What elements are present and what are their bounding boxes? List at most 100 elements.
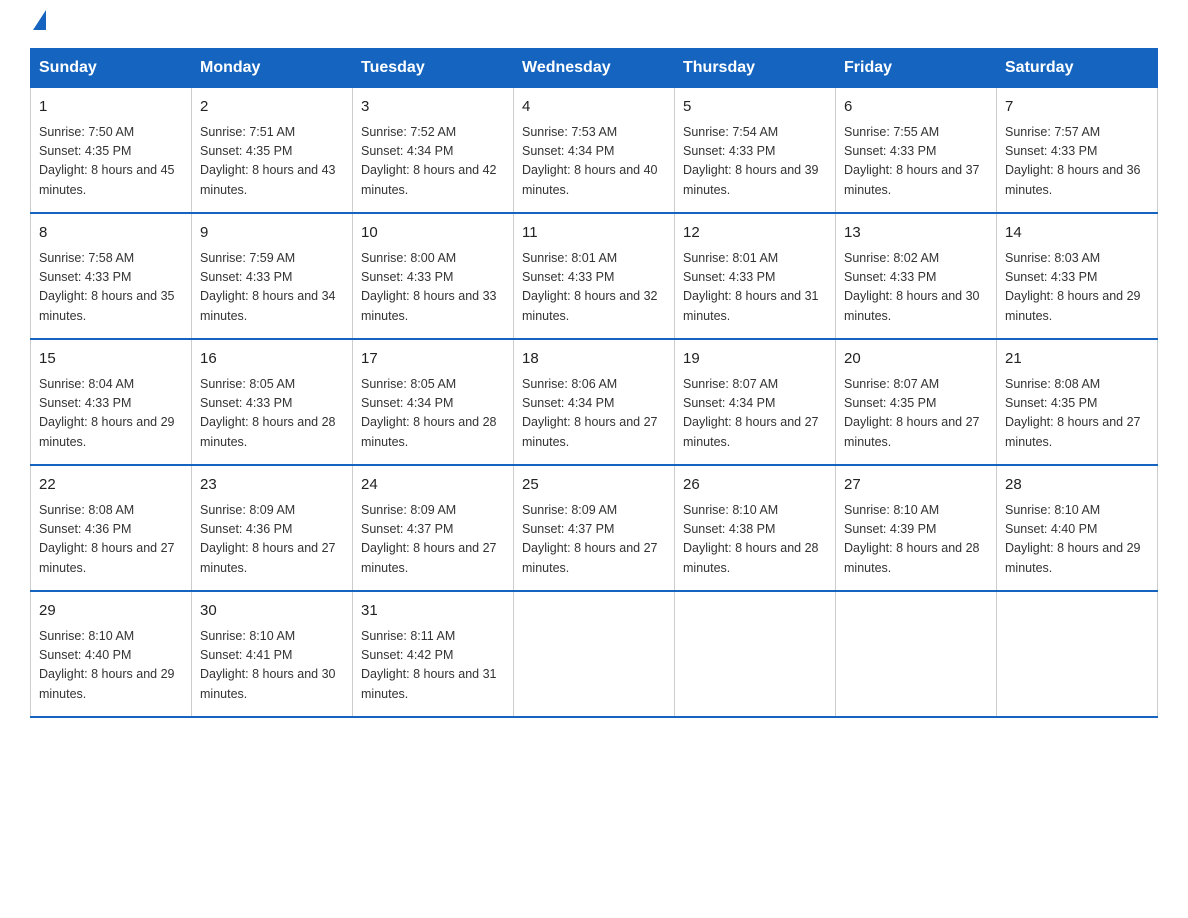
calendar-week-row: 15 Sunrise: 8:04 AMSunset: 4:33 PMDaylig… [31, 339, 1158, 465]
calendar-week-row: 1 Sunrise: 7:50 AMSunset: 4:35 PMDayligh… [31, 88, 1158, 214]
day-info: Sunrise: 8:00 AMSunset: 4:33 PMDaylight:… [361, 249, 505, 327]
calendar-cell: 23 Sunrise: 8:09 AMSunset: 4:36 PMDaylig… [192, 465, 353, 591]
calendar-cell: 24 Sunrise: 8:09 AMSunset: 4:37 PMDaylig… [353, 465, 514, 591]
day-number: 18 [522, 348, 666, 371]
calendar-cell: 17 Sunrise: 8:05 AMSunset: 4:34 PMDaylig… [353, 339, 514, 465]
day-info: Sunrise: 7:52 AMSunset: 4:34 PMDaylight:… [361, 123, 505, 201]
calendar-week-row: 8 Sunrise: 7:58 AMSunset: 4:33 PMDayligh… [31, 213, 1158, 339]
calendar-cell: 29 Sunrise: 8:10 AMSunset: 4:40 PMDaylig… [31, 591, 192, 717]
calendar-cell: 9 Sunrise: 7:59 AMSunset: 4:33 PMDayligh… [192, 213, 353, 339]
day-number: 17 [361, 348, 505, 371]
calendar-cell: 4 Sunrise: 7:53 AMSunset: 4:34 PMDayligh… [514, 88, 675, 214]
day-number: 12 [683, 222, 827, 245]
day-info: Sunrise: 8:01 AMSunset: 4:33 PMDaylight:… [683, 249, 827, 327]
calendar-body: 1 Sunrise: 7:50 AMSunset: 4:35 PMDayligh… [31, 88, 1158, 718]
day-of-week-header: Saturday [997, 49, 1158, 88]
day-number: 26 [683, 474, 827, 497]
day-info: Sunrise: 8:10 AMSunset: 4:39 PMDaylight:… [844, 501, 988, 579]
day-info: Sunrise: 7:57 AMSunset: 4:33 PMDaylight:… [1005, 123, 1149, 201]
calendar-cell: 14 Sunrise: 8:03 AMSunset: 4:33 PMDaylig… [997, 213, 1158, 339]
day-info: Sunrise: 8:08 AMSunset: 4:35 PMDaylight:… [1005, 375, 1149, 453]
calendar-cell: 19 Sunrise: 8:07 AMSunset: 4:34 PMDaylig… [675, 339, 836, 465]
day-number: 11 [522, 222, 666, 245]
calendar-cell: 3 Sunrise: 7:52 AMSunset: 4:34 PMDayligh… [353, 88, 514, 214]
calendar-week-row: 29 Sunrise: 8:10 AMSunset: 4:40 PMDaylig… [31, 591, 1158, 717]
day-info: Sunrise: 8:06 AMSunset: 4:34 PMDaylight:… [522, 375, 666, 453]
day-of-week-header: Monday [192, 49, 353, 88]
page-header [30, 20, 1158, 30]
day-number: 3 [361, 96, 505, 119]
day-info: Sunrise: 7:55 AMSunset: 4:33 PMDaylight:… [844, 123, 988, 201]
day-info: Sunrise: 8:08 AMSunset: 4:36 PMDaylight:… [39, 501, 183, 579]
day-number: 5 [683, 96, 827, 119]
day-of-week-header: Tuesday [353, 49, 514, 88]
day-number: 31 [361, 600, 505, 623]
calendar-cell: 7 Sunrise: 7:57 AMSunset: 4:33 PMDayligh… [997, 88, 1158, 214]
day-info: Sunrise: 8:09 AMSunset: 4:37 PMDaylight:… [522, 501, 666, 579]
calendar-header: SundayMondayTuesdayWednesdayThursdayFrid… [31, 49, 1158, 88]
calendar-cell: 11 Sunrise: 8:01 AMSunset: 4:33 PMDaylig… [514, 213, 675, 339]
day-header-row: SundayMondayTuesdayWednesdayThursdayFrid… [31, 49, 1158, 88]
day-info: Sunrise: 7:59 AMSunset: 4:33 PMDaylight:… [200, 249, 344, 327]
day-number: 28 [1005, 474, 1149, 497]
day-number: 16 [200, 348, 344, 371]
calendar-cell: 22 Sunrise: 8:08 AMSunset: 4:36 PMDaylig… [31, 465, 192, 591]
day-info: Sunrise: 8:07 AMSunset: 4:34 PMDaylight:… [683, 375, 827, 453]
calendar-cell: 5 Sunrise: 7:54 AMSunset: 4:33 PMDayligh… [675, 88, 836, 214]
calendar-cell: 1 Sunrise: 7:50 AMSunset: 4:35 PMDayligh… [31, 88, 192, 214]
day-number: 29 [39, 600, 183, 623]
day-of-week-header: Wednesday [514, 49, 675, 88]
day-number: 23 [200, 474, 344, 497]
calendar-cell: 20 Sunrise: 8:07 AMSunset: 4:35 PMDaylig… [836, 339, 997, 465]
day-number: 30 [200, 600, 344, 623]
day-number: 24 [361, 474, 505, 497]
day-number: 2 [200, 96, 344, 119]
day-info: Sunrise: 8:03 AMSunset: 4:33 PMDaylight:… [1005, 249, 1149, 327]
day-number: 4 [522, 96, 666, 119]
calendar-cell [836, 591, 997, 717]
day-number: 8 [39, 222, 183, 245]
day-number: 19 [683, 348, 827, 371]
day-number: 22 [39, 474, 183, 497]
calendar-week-row: 22 Sunrise: 8:08 AMSunset: 4:36 PMDaylig… [31, 465, 1158, 591]
calendar-cell: 13 Sunrise: 8:02 AMSunset: 4:33 PMDaylig… [836, 213, 997, 339]
calendar-cell [514, 591, 675, 717]
calendar-cell [675, 591, 836, 717]
calendar-cell: 18 Sunrise: 8:06 AMSunset: 4:34 PMDaylig… [514, 339, 675, 465]
calendar-cell: 26 Sunrise: 8:10 AMSunset: 4:38 PMDaylig… [675, 465, 836, 591]
day-info: Sunrise: 8:07 AMSunset: 4:35 PMDaylight:… [844, 375, 988, 453]
day-number: 6 [844, 96, 988, 119]
calendar-cell: 25 Sunrise: 8:09 AMSunset: 4:37 PMDaylig… [514, 465, 675, 591]
day-of-week-header: Thursday [675, 49, 836, 88]
calendar-cell: 21 Sunrise: 8:08 AMSunset: 4:35 PMDaylig… [997, 339, 1158, 465]
logo [30, 20, 46, 30]
calendar-cell: 16 Sunrise: 8:05 AMSunset: 4:33 PMDaylig… [192, 339, 353, 465]
day-info: Sunrise: 7:50 AMSunset: 4:35 PMDaylight:… [39, 123, 183, 201]
calendar-cell: 8 Sunrise: 7:58 AMSunset: 4:33 PMDayligh… [31, 213, 192, 339]
calendar-cell: 30 Sunrise: 8:10 AMSunset: 4:41 PMDaylig… [192, 591, 353, 717]
day-info: Sunrise: 8:11 AMSunset: 4:42 PMDaylight:… [361, 627, 505, 705]
calendar-cell [997, 591, 1158, 717]
calendar-cell: 6 Sunrise: 7:55 AMSunset: 4:33 PMDayligh… [836, 88, 997, 214]
day-info: Sunrise: 8:02 AMSunset: 4:33 PMDaylight:… [844, 249, 988, 327]
calendar-cell: 10 Sunrise: 8:00 AMSunset: 4:33 PMDaylig… [353, 213, 514, 339]
day-number: 9 [200, 222, 344, 245]
day-info: Sunrise: 8:04 AMSunset: 4:33 PMDaylight:… [39, 375, 183, 453]
day-info: Sunrise: 7:58 AMSunset: 4:33 PMDaylight:… [39, 249, 183, 327]
day-number: 27 [844, 474, 988, 497]
calendar-cell: 15 Sunrise: 8:04 AMSunset: 4:33 PMDaylig… [31, 339, 192, 465]
day-info: Sunrise: 7:51 AMSunset: 4:35 PMDaylight:… [200, 123, 344, 201]
day-number: 1 [39, 96, 183, 119]
day-info: Sunrise: 8:10 AMSunset: 4:41 PMDaylight:… [200, 627, 344, 705]
calendar-cell: 27 Sunrise: 8:10 AMSunset: 4:39 PMDaylig… [836, 465, 997, 591]
day-number: 13 [844, 222, 988, 245]
day-number: 10 [361, 222, 505, 245]
day-info: Sunrise: 8:05 AMSunset: 4:33 PMDaylight:… [200, 375, 344, 453]
day-of-week-header: Friday [836, 49, 997, 88]
day-number: 21 [1005, 348, 1149, 371]
day-info: Sunrise: 8:10 AMSunset: 4:40 PMDaylight:… [1005, 501, 1149, 579]
day-number: 14 [1005, 222, 1149, 245]
day-number: 25 [522, 474, 666, 497]
day-info: Sunrise: 8:09 AMSunset: 4:36 PMDaylight:… [200, 501, 344, 579]
day-info: Sunrise: 8:09 AMSunset: 4:37 PMDaylight:… [361, 501, 505, 579]
